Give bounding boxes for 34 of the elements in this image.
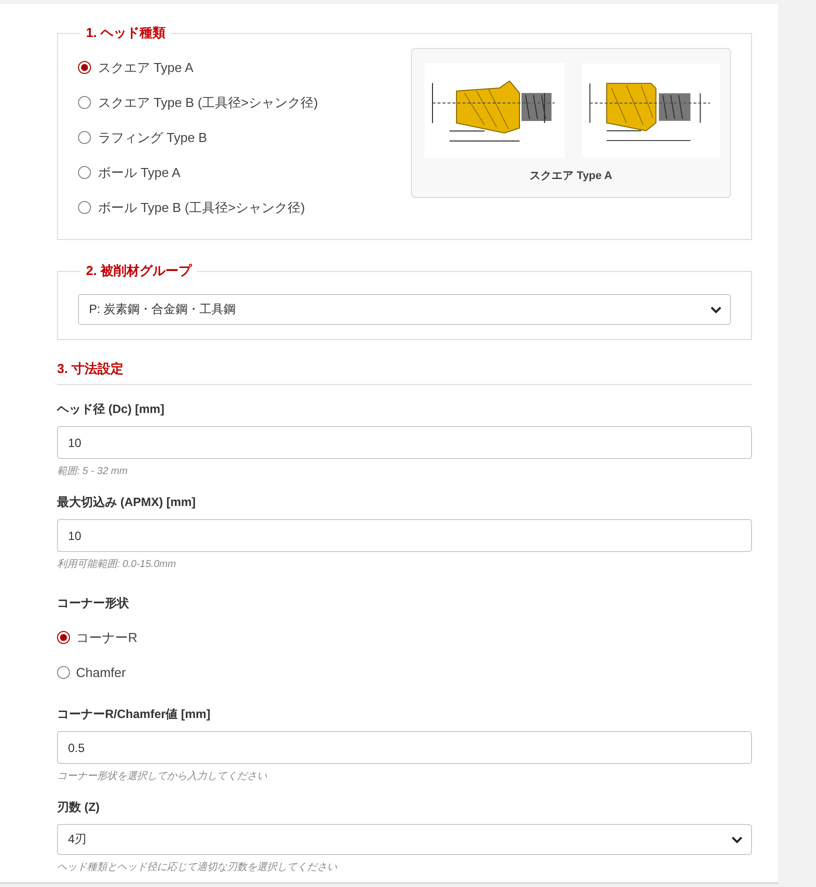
field-label: ヘッド径 (Dc) [mm] [57, 401, 166, 418]
field-label: 最大切込み (APMX) [mm] [57, 494, 197, 511]
hint-text: 範囲: 5 - 32 mm [57, 465, 129, 478]
input-field[interactable]: 0.5 [57, 731, 752, 764]
radio-label[interactable]: スクエア Type A [98, 58, 194, 76]
radio-button[interactable] [78, 201, 91, 214]
radio-button[interactable] [57, 631, 70, 644]
radio-button[interactable] [78, 131, 91, 144]
hint-text: コーナー形状を選択してから入力してください [57, 770, 268, 783]
radio-label[interactable]: コーナーR [76, 628, 138, 646]
figure-caption: スクエア Type A [530, 169, 612, 183]
hint-text: 利用可能範囲: 0.0-15.0mm [57, 558, 177, 571]
radio-label[interactable]: Chamfer [76, 665, 126, 680]
select-field[interactable]: P: 炭素鋼・合金鋼・工具鋼 [78, 294, 731, 325]
radio-label[interactable]: ラフィング Type B [98, 128, 208, 146]
radio-button[interactable] [57, 666, 70, 679]
select-field[interactable]: 4刃 [57, 824, 752, 855]
radio-label[interactable]: ボール Type B (工具径>シャンク径) [98, 198, 305, 216]
radio-label[interactable]: ボール Type A [98, 164, 180, 182]
chevron-down-icon [731, 836, 743, 844]
radio-button[interactable] [78, 166, 91, 179]
input-field[interactable]: 10 [57, 519, 752, 552]
radio-button[interactable] [78, 61, 91, 74]
field-label: コーナー形状 [57, 595, 130, 612]
section-title: 3. 寸法設定 [57, 360, 752, 385]
radio-button[interactable] [78, 96, 91, 109]
chevron-down-icon [710, 306, 722, 314]
hint-text: ヘッド種類とヘッド径に応じて適切な刃数を選択してください [57, 860, 338, 874]
radio-label[interactable]: スクエア Type B (工具径>シャンク径) [98, 94, 318, 112]
section-title: 1. ヘッド種類 [85, 24, 166, 42]
input-field[interactable]: 10 [57, 426, 752, 459]
field-label: 刃数 (Z) [57, 799, 101, 816]
field-label: コーナーR/Chamfer値 [mm] [57, 706, 212, 723]
section-title: 2. 被削材グループ [85, 262, 194, 280]
